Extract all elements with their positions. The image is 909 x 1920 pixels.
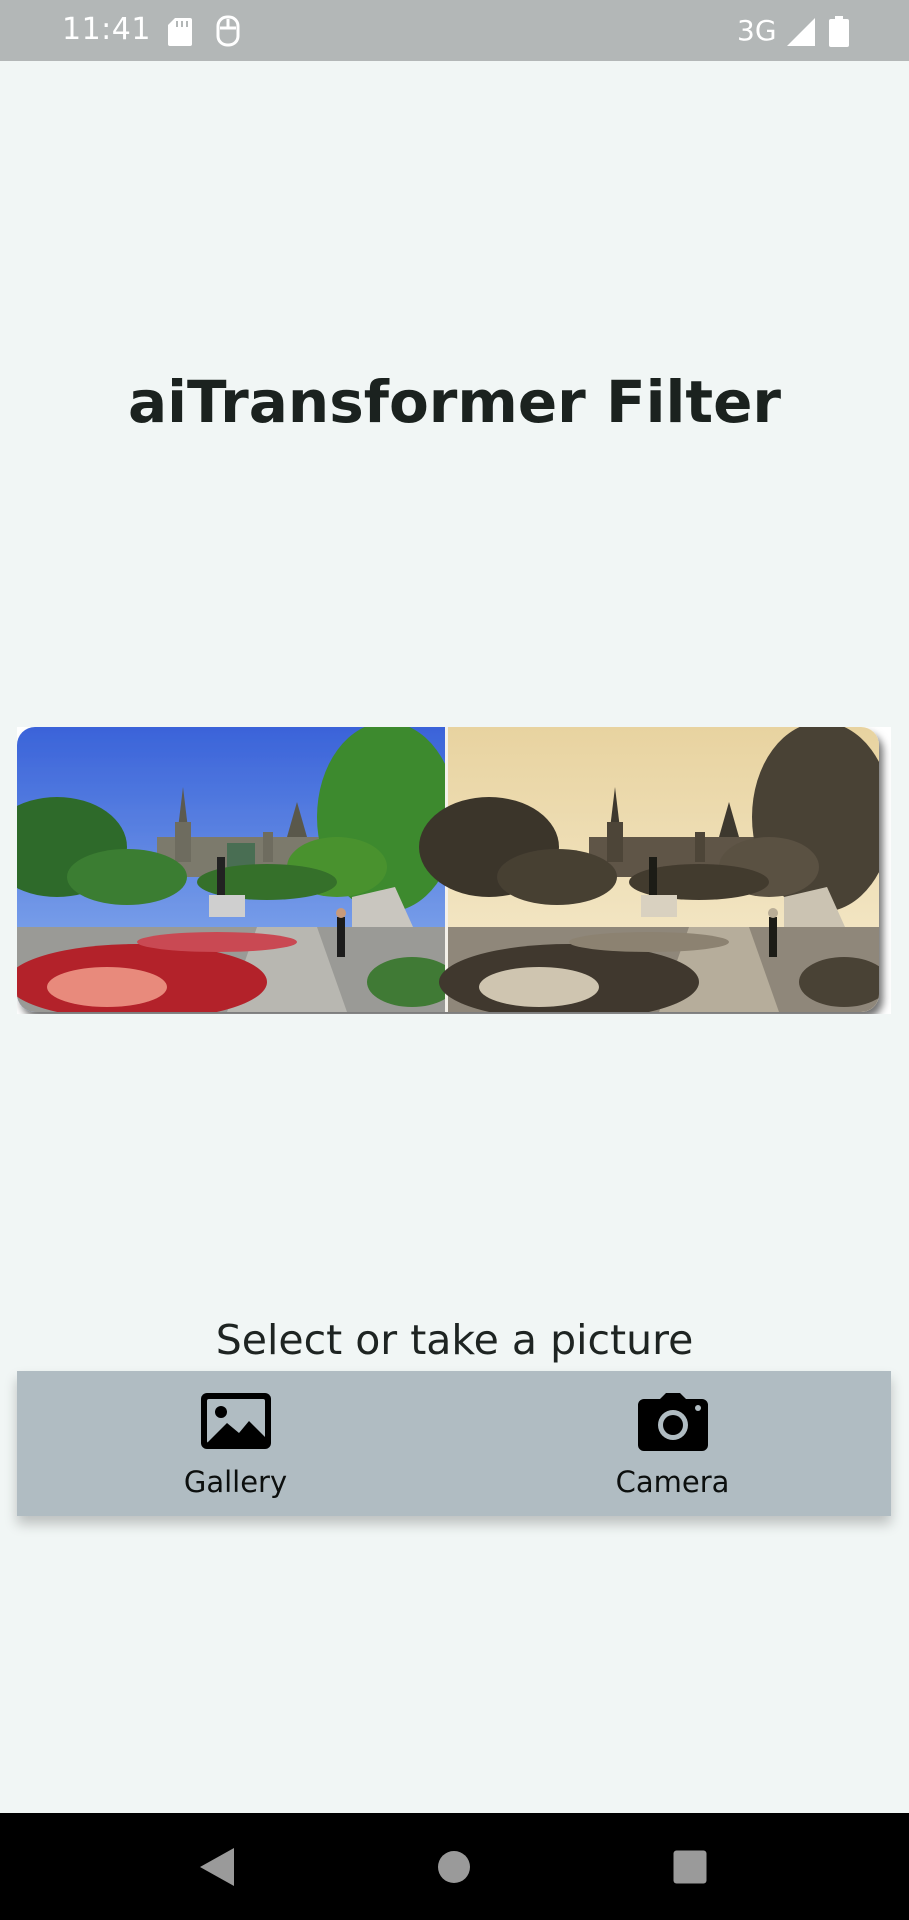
network-type: 3G (737, 14, 777, 47)
camera-button[interactable]: Camera (454, 1371, 891, 1516)
original-photo (17, 727, 457, 1012)
gallery-label: Gallery (183, 1465, 288, 1499)
status-bar: 11:41 3G (0, 0, 909, 61)
camera-icon (637, 1393, 708, 1451)
gallery-button[interactable]: Gallery (17, 1371, 454, 1516)
recents-button[interactable] (630, 1813, 750, 1920)
status-time: 11:41 (62, 12, 151, 47)
app-title: aiTransformer Filter (127, 368, 782, 436)
image-icon (200, 1393, 271, 1449)
sd-card-icon (168, 18, 192, 46)
home-icon (438, 1850, 470, 1883)
sepia-photo (419, 727, 879, 1012)
home-button[interactable] (394, 1813, 514, 1920)
picture-source-bar: Gallery Camera (17, 1371, 891, 1516)
back-button[interactable] (157, 1813, 277, 1920)
filter-preview-image (17, 727, 891, 1014)
camera-label: Camera (615, 1465, 730, 1499)
sim-icon (216, 15, 240, 47)
battery-icon (829, 16, 849, 47)
back-icon (200, 1847, 234, 1886)
signal-icon (787, 18, 815, 46)
recents-icon (673, 1850, 707, 1883)
prompt-text: Select or take a picture (215, 1316, 694, 1364)
system-nav-bar (0, 1813, 909, 1920)
